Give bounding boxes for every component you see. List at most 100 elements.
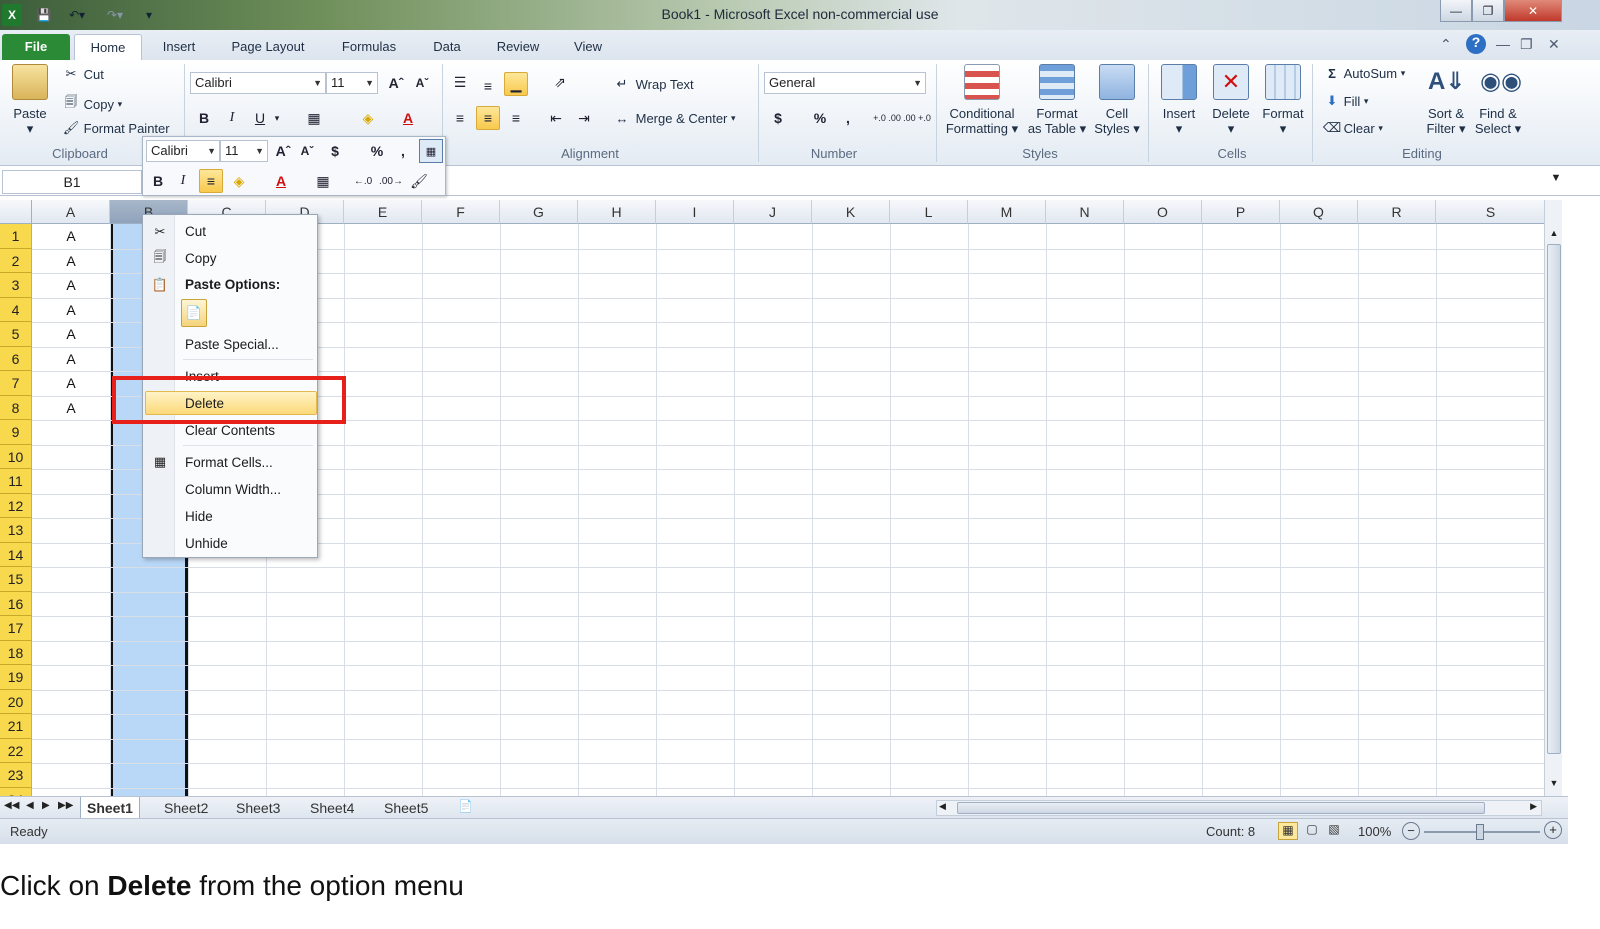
shrink-font-icon[interactable]: Aˇ xyxy=(410,71,434,95)
row-header-2[interactable]: 2 xyxy=(0,248,32,273)
autosum-button[interactable]: Σ AutoSum ▾ xyxy=(1324,66,1405,81)
minimize-button[interactable]: — xyxy=(1440,0,1472,22)
normal-view-icon[interactable]: ▦ xyxy=(1278,822,1298,840)
row-header-5[interactable]: 5 xyxy=(0,322,32,347)
help-icon[interactable]: ? xyxy=(1466,34,1486,54)
sheet-nav-next-icon[interactable]: ▶ xyxy=(42,800,50,811)
conditional-formatting-button[interactable]: Conditional Formatting ▾ xyxy=(940,64,1024,136)
column-header-i[interactable]: I xyxy=(656,200,734,224)
zoom-slider-thumb[interactable] xyxy=(1476,824,1484,840)
row-header-14[interactable]: 14 xyxy=(0,542,32,567)
column-header-o[interactable]: O xyxy=(1124,200,1202,224)
sheet-nav-last-icon[interactable]: ▶▶ xyxy=(58,800,73,811)
column-header-f[interactable]: F xyxy=(422,200,500,224)
currency-button[interactable]: $ xyxy=(766,106,790,130)
row-header-1[interactable]: 1 xyxy=(0,224,32,249)
sheet-tab-5[interactable]: Sheet5 xyxy=(378,797,434,819)
borders-icon[interactable]: ▦ xyxy=(302,106,326,130)
row-header-10[interactable]: 10 xyxy=(0,444,32,469)
cell-a8[interactable]: A xyxy=(32,396,110,420)
cell-a1[interactable]: A xyxy=(32,224,110,248)
grow-font-icon[interactable]: Aˆ xyxy=(384,71,408,95)
font-color-icon[interactable]: A xyxy=(396,106,420,130)
align-bottom-icon[interactable]: ▁ xyxy=(504,72,528,96)
row-header-13[interactable]: 13 xyxy=(0,518,32,543)
row-header-21[interactable]: 21 xyxy=(0,714,32,739)
percent-button[interactable]: % xyxy=(808,106,832,130)
cell-a6[interactable]: A xyxy=(32,347,110,371)
column-header-n[interactable]: N xyxy=(1046,200,1124,224)
cell-styles-button[interactable]: Cell Styles ▾ xyxy=(1092,64,1142,136)
insert-cells-button[interactable]: Insert ▾ xyxy=(1154,64,1204,136)
zoom-level[interactable]: 100% xyxy=(1358,824,1391,839)
name-box[interactable]: B1 xyxy=(2,170,142,194)
vertical-scrollbar[interactable]: ▲ ▼ xyxy=(1544,200,1562,796)
mini-font-combo[interactable]: Calibri ▼ xyxy=(146,140,220,162)
tab-page-layout[interactable]: Page Layout xyxy=(220,34,316,60)
mini-borders-icon[interactable]: ▦ xyxy=(311,169,335,193)
mini-format-painter-icon[interactable]: 🖌 xyxy=(407,169,431,193)
mini-size-combo[interactable]: 11 ▼ xyxy=(220,140,268,162)
row-header-8[interactable]: 8 xyxy=(0,395,32,420)
cell-a5[interactable]: A xyxy=(32,322,110,346)
column-header-k[interactable]: K xyxy=(812,200,890,224)
row-header-3[interactable]: 3 xyxy=(0,273,32,298)
sheet-tab-4[interactable]: Sheet4 xyxy=(304,797,360,819)
format-cells-button[interactable]: Format ▾ xyxy=(1258,64,1308,136)
paste-option-icon[interactable]: 📄 xyxy=(181,299,207,327)
tab-insert[interactable]: Insert xyxy=(148,34,210,60)
mini-percent-icon[interactable]: % xyxy=(365,139,389,163)
cell-a2[interactable]: A xyxy=(32,249,110,273)
comma-button[interactable]: , xyxy=(836,106,860,130)
number-format-combo[interactable]: General ▼ xyxy=(764,72,926,94)
increase-decimal-button[interactable]: +.0 .00 xyxy=(872,106,902,130)
sheet-nav-prev-icon[interactable]: ◀ xyxy=(26,800,34,811)
menu-item-format-cells[interactable]: Format Cells... xyxy=(185,455,273,470)
tab-home[interactable]: Home xyxy=(74,34,142,60)
scroll-thumb[interactable] xyxy=(1547,244,1561,754)
column-header-a[interactable]: A xyxy=(32,200,110,224)
font-size-combo[interactable]: 11 ▼ xyxy=(326,72,378,94)
zoom-out-icon[interactable]: − xyxy=(1402,822,1420,840)
paste-button[interactable]: Paste ▾ xyxy=(6,64,54,136)
mini-italic-button[interactable]: I xyxy=(171,169,195,193)
menu-item-unhide[interactable]: Unhide xyxy=(185,536,228,551)
row-header-4[interactable]: 4 xyxy=(0,297,32,322)
mini-comma-icon[interactable]: , xyxy=(391,139,415,163)
copy-button[interactable]: 🗐 Copy ▾ xyxy=(62,93,123,115)
underline-dropdown-icon[interactable]: ▾ xyxy=(270,106,284,130)
cell-a3[interactable]: A xyxy=(32,273,110,297)
tab-formulas[interactable]: Formulas xyxy=(328,34,410,60)
scroll-up-icon[interactable]: ▲ xyxy=(1547,228,1561,242)
sheet-tab-2[interactable]: Sheet2 xyxy=(158,797,214,819)
tab-file[interactable]: File xyxy=(2,34,70,60)
tab-review[interactable]: Review xyxy=(486,34,550,60)
hscroll-left-icon[interactable]: ◀ xyxy=(939,801,946,812)
format-painter-button[interactable]: 🖌 Format Painter xyxy=(62,120,170,136)
mini-font-color-icon[interactable]: A xyxy=(269,169,293,193)
scroll-down-icon[interactable]: ▼ xyxy=(1547,778,1561,792)
horizontal-scrollbar[interactable]: ◀ ▶ xyxy=(936,800,1542,816)
increase-indent-icon[interactable]: ⇥ xyxy=(572,106,596,130)
align-center-icon[interactable]: ≡ xyxy=(476,106,500,130)
mini-decrease-decimal-icon[interactable]: .00→ xyxy=(379,169,403,193)
page-layout-view-icon[interactable]: ▢ xyxy=(1302,822,1322,840)
column-header-s[interactable]: S xyxy=(1436,200,1546,224)
menu-item-clear-contents[interactable]: Clear Contents xyxy=(185,423,275,438)
row-header-16[interactable]: 16 xyxy=(0,591,32,616)
align-right-icon[interactable]: ≡ xyxy=(504,106,528,130)
insert-sheet-icon[interactable]: 📄 xyxy=(458,799,476,815)
column-header-e[interactable]: E xyxy=(344,200,422,224)
menu-item-paste-special[interactable]: Paste Special... xyxy=(185,337,279,352)
tab-data[interactable]: Data xyxy=(420,34,474,60)
hscroll-thumb[interactable] xyxy=(957,802,1485,814)
row-header-9[interactable]: 9 xyxy=(0,420,32,445)
delete-cells-button[interactable]: ✕ Delete ▾ xyxy=(1206,64,1256,136)
orientation-icon[interactable]: ⇗ xyxy=(548,70,572,94)
column-header-l[interactable]: L xyxy=(890,200,968,224)
menu-item-hide[interactable]: Hide xyxy=(185,509,213,524)
doc-minimize-icon[interactable]: — xyxy=(1496,36,1510,52)
row-header-6[interactable]: 6 xyxy=(0,346,32,371)
align-middle-icon[interactable]: ≡ xyxy=(476,74,500,98)
mini-center-icon[interactable]: ≡ xyxy=(199,169,223,193)
